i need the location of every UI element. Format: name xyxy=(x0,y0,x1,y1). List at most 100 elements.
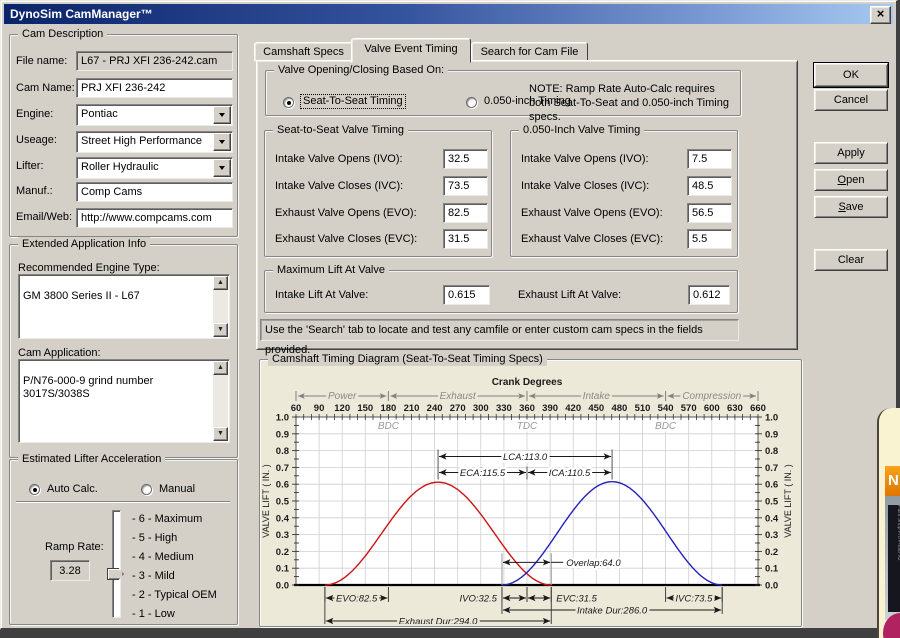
cam-name-label: Cam Name: xyxy=(16,82,75,95)
svg-text:510: 510 xyxy=(635,403,651,414)
tab-search-for-cam-file[interactable]: Search for Cam File xyxy=(471,42,588,62)
valve-event-timing-panel: Valve Opening/Closing Based On: Seat-To-… xyxy=(256,60,798,350)
email-web-input[interactable] xyxy=(77,209,232,227)
cam-application-scrollbar[interactable]: ▲ ▼ xyxy=(213,361,228,441)
scroll-up-icon[interactable]: ▲ xyxy=(213,361,228,375)
intake-lift-field[interactable] xyxy=(443,285,490,305)
scroll-down-icon[interactable]: ▼ xyxy=(213,427,228,441)
svg-text:0.8: 0.8 xyxy=(765,446,778,457)
seat-ivc-input[interactable] xyxy=(444,177,487,195)
seat-ivo-field[interactable] xyxy=(443,149,488,169)
lifter-select[interactable]: Roller Hydraulic xyxy=(76,157,233,179)
exhaust-lift-input[interactable] xyxy=(689,286,729,304)
engine-label: Engine: xyxy=(16,108,53,121)
svg-text:120: 120 xyxy=(334,403,350,414)
cam-name-input[interactable] xyxy=(77,79,232,97)
manual-label[interactable]: Manual xyxy=(159,483,195,496)
lash-ivo-input[interactable] xyxy=(688,150,731,168)
manual-radio[interactable] xyxy=(141,484,152,495)
tab-camshaft-specs[interactable]: Camshaft Specs xyxy=(254,42,353,62)
svg-text:IVO:32.5: IVO:32.5 xyxy=(459,594,497,605)
clear-button[interactable]: Clear xyxy=(814,249,888,271)
lifter-dropdown-arrow-icon[interactable] xyxy=(213,159,231,177)
divider xyxy=(16,501,230,503)
slider-scale-label: - 4 - Medium xyxy=(132,551,194,563)
useage-label: Useage: xyxy=(16,134,57,147)
scroll-down-icon[interactable]: ▼ xyxy=(213,323,228,337)
engine-type-text: GM 3800 Series II - L67 xyxy=(23,290,140,302)
extended-info-group: Extended Application Info Recommended En… xyxy=(9,244,238,458)
svg-text:EVO:82.5: EVO:82.5 xyxy=(336,594,378,605)
useage-value: Street High Performance xyxy=(81,134,214,148)
seat-evc-input[interactable] xyxy=(444,230,487,248)
lash-evc-field[interactable] xyxy=(687,229,732,249)
lash-ivo-field[interactable] xyxy=(687,149,732,169)
slider-scale-label: - 6 - Maximum xyxy=(132,513,202,525)
valve-basis-group: Valve Opening/Closing Based On: Seat-To-… xyxy=(265,70,741,116)
close-icon: × xyxy=(877,6,885,21)
ramp-rate-value xyxy=(51,561,89,580)
manuf-field[interactable] xyxy=(76,182,233,202)
tab-valve-event-timing[interactable]: Valve Event Timing xyxy=(351,38,471,63)
lifter-accel-title: Estimated Lifter Acceleration xyxy=(18,452,165,466)
svg-text:0.9: 0.9 xyxy=(276,429,289,440)
auto-calc-radio[interactable] xyxy=(29,484,40,495)
extended-info-title: Extended Application Info xyxy=(18,237,150,251)
lifter-accel-group: Estimated Lifter Acceleration Auto Calc.… xyxy=(9,459,238,625)
ramp-rate-slider-thumb[interactable] xyxy=(107,568,124,580)
email-web-field[interactable] xyxy=(76,208,233,228)
seat-evo-field[interactable] xyxy=(443,203,488,223)
svg-text:300: 300 xyxy=(473,403,489,414)
seat-evo-input[interactable] xyxy=(444,204,487,222)
cam-name-field[interactable] xyxy=(76,78,233,98)
seat-evc-label: Exhaust Valve Closes (EVC): xyxy=(275,233,417,246)
open-button[interactable]: Open xyxy=(814,169,888,191)
svg-text:600: 600 xyxy=(704,403,720,414)
svg-text:VALVE LIFT ( IN. ): VALVE LIFT ( IN. ) xyxy=(261,464,271,538)
seat-ivo-label: Intake Valve Opens (IVO): xyxy=(275,153,403,166)
engine-dropdown-arrow-icon[interactable] xyxy=(213,106,231,124)
titlebar[interactable]: DynoSim CamManager™ × xyxy=(4,4,893,24)
cancel-button[interactable]: Cancel xyxy=(814,89,888,111)
svg-text:150: 150 xyxy=(357,403,373,414)
cam-application-textarea[interactable]: P/N76-000-9 grind number 3017S/3038S ▲ ▼ xyxy=(18,359,230,443)
svg-text:0.0: 0.0 xyxy=(276,581,289,592)
useage-dropdown-arrow-icon[interactable] xyxy=(213,133,231,151)
ramp-rate-slider-track[interactable] xyxy=(112,510,121,618)
max-lift-title: Maximum Lift At Valve xyxy=(273,263,389,277)
seat-evc-field[interactable] xyxy=(443,229,488,249)
engine-type-scrollbar[interactable]: ▲ ▼ xyxy=(213,276,228,337)
engine-select[interactable]: Pontiac xyxy=(76,104,233,126)
apply-button[interactable]: Apply xyxy=(814,142,888,164)
ok-button[interactable]: OK xyxy=(814,63,888,87)
useage-select[interactable]: Street High Performance xyxy=(76,131,233,153)
seat-to-seat-label[interactable]: Seat-To-Seat Timing xyxy=(301,95,405,108)
product-box-image: Paint Shop Pro Photo X2 xyxy=(888,505,900,612)
svg-text:0.2: 0.2 xyxy=(765,547,778,558)
lash-evc-input[interactable] xyxy=(688,230,731,248)
lash-ivc-field[interactable] xyxy=(687,176,732,196)
lash-ivc-label: Intake Valve Closes (IVC): xyxy=(521,180,649,193)
close-button[interactable]: × xyxy=(870,6,891,24)
svg-text:1.0: 1.0 xyxy=(765,413,778,424)
seat-ivo-input[interactable] xyxy=(444,150,487,168)
svg-text:660: 660 xyxy=(750,403,766,414)
lash-ivc-input[interactable] xyxy=(688,177,731,195)
intake-lift-input[interactable] xyxy=(444,286,489,304)
svg-text:Intake: Intake xyxy=(583,391,611,402)
exhaust-lift-field[interactable] xyxy=(688,285,730,305)
svg-text:180: 180 xyxy=(380,403,396,414)
seat-to-seat-radio[interactable] xyxy=(283,97,294,108)
lash-evo-field[interactable] xyxy=(687,203,732,223)
auto-calc-label[interactable]: Auto Calc. xyxy=(47,483,98,496)
lash-timing-group: 0.050-Inch Valve Timing Intake Valve Ope… xyxy=(510,130,738,257)
svg-text:Intake Dur:286.0: Intake Dur:286.0 xyxy=(577,606,648,617)
lifter-value: Roller Hydraulic xyxy=(81,160,214,174)
scroll-up-icon[interactable]: ▲ xyxy=(213,276,228,290)
seat-ivc-field[interactable] xyxy=(443,176,488,196)
manuf-input[interactable] xyxy=(77,183,232,201)
save-button[interactable]: Save xyxy=(814,196,888,218)
lash-evo-input[interactable] xyxy=(688,204,731,222)
lash-timing-radio[interactable] xyxy=(466,97,477,108)
engine-type-textarea[interactable]: GM 3800 Series II - L67 ▲ ▼ xyxy=(18,274,230,339)
